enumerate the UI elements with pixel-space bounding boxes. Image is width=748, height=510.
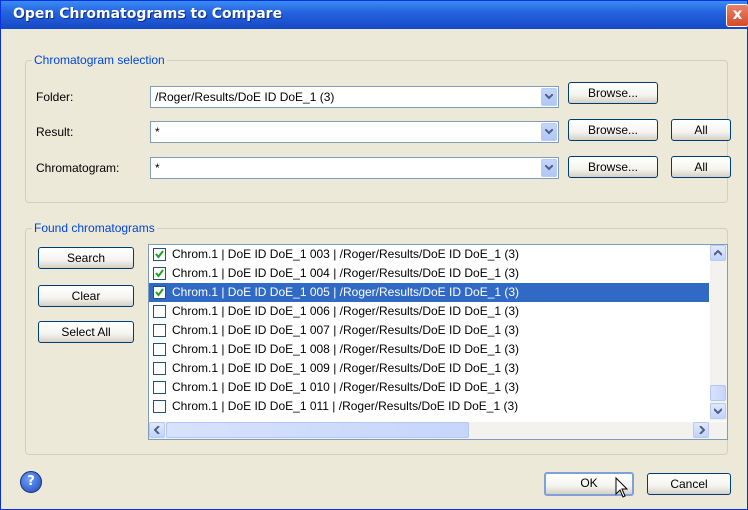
folder-value: /Roger/Results/DoE ID DoE_1 (3) <box>155 90 335 104</box>
dialog-window: Open Chromatograms to Compare x Chromato… <box>0 0 748 510</box>
found-chromatograms-legend: Found chromatograms <box>34 221 155 235</box>
list-item-label: Chrom.1 | DoE ID DoE_1 004 | /Roger/Resu… <box>172 266 520 280</box>
result-browse-button[interactable]: Browse... <box>568 119 658 141</box>
list-item-label: Chrom.1 | DoE ID DoE_1 007 | /Roger/Resu… <box>172 323 520 337</box>
chevron-down-icon[interactable] <box>541 159 557 177</box>
list-item[interactable]: Chrom.1 | DoE ID DoE_1 007 | /Roger/Resu… <box>149 321 709 340</box>
checkbox-unchecked[interactable] <box>153 362 166 375</box>
list-item-label: Chrom.1 | DoE ID DoE_1 010 | /Roger/Resu… <box>172 380 520 394</box>
search-button[interactable]: Search <box>38 247 134 269</box>
result-value: * <box>155 125 160 139</box>
found-chromatograms-list[interactable]: Chrom.1 | DoE ID DoE_1 011 | /Roger/Resu… <box>148 244 728 440</box>
title-bar[interactable]: Open Chromatograms to Compare x <box>1 1 748 29</box>
horizontal-scroll-thumb[interactable] <box>166 422 469 438</box>
close-icon[interactable]: x <box>726 4 748 27</box>
folder-combobox[interactable]: /Roger/Results/DoE ID DoE_1 (3) <box>150 86 559 108</box>
scroll-left-icon[interactable] <box>149 422 165 438</box>
horizontal-scrollbar[interactable] <box>149 422 727 439</box>
checkbox-checked[interactable] <box>153 267 166 280</box>
folder-browse-button[interactable]: Browse... <box>568 82 658 104</box>
select-all-button[interactable]: Select All <box>38 321 134 343</box>
cancel-button[interactable]: Cancel <box>647 473 731 495</box>
list-item-label: Chrom.1 | DoE ID DoE_1 009 | /Roger/Resu… <box>172 361 520 375</box>
checkbox-unchecked[interactable] <box>153 400 166 413</box>
chromatogram-selection-legend: Chromatogram selection <box>34 53 165 67</box>
list-item[interactable]: Chrom.1 | DoE ID DoE_1 008 | /Roger/Resu… <box>149 340 709 359</box>
checkbox-unchecked[interactable] <box>153 343 166 356</box>
checkbox-checked[interactable] <box>153 286 166 299</box>
vertical-scroll-thumb[interactable] <box>710 385 726 401</box>
chromatogram-combobox[interactable]: * <box>150 157 559 179</box>
clear-button[interactable]: Clear <box>38 285 134 307</box>
list-item-label: Chrom.1 | DoE ID DoE_1 008 | /Roger/Resu… <box>172 342 520 356</box>
chromatogram-label: Chromatogram: <box>36 161 120 175</box>
chromatogram-all-button[interactable]: All <box>671 156 731 178</box>
list-item[interactable]: Chrom.1 | DoE ID DoE_1 004 | /Roger/Resu… <box>149 264 709 283</box>
window-title: Open Chromatograms to Compare <box>13 6 283 22</box>
chromatogram-browse-button[interactable]: Browse... <box>568 156 658 178</box>
list-item-label: Chrom.1 | DoE ID DoE_1 003 | /Roger/Resu… <box>172 247 520 261</box>
result-combobox[interactable]: * <box>150 121 559 143</box>
checkbox-unchecked[interactable] <box>153 324 166 337</box>
vertical-scrollbar[interactable] <box>710 245 727 421</box>
list-item[interactable]: Chrom.1 | DoE ID DoE_1 003 | /Roger/Resu… <box>149 245 709 264</box>
result-label: Result: <box>36 125 74 139</box>
result-all-button[interactable]: All <box>671 119 731 141</box>
list-item[interactable]: Chrom.1 | DoE ID DoE_1 009 | /Roger/Resu… <box>149 359 709 378</box>
scroll-up-icon[interactable] <box>710 245 726 261</box>
list-item-label: Chrom.1 | DoE ID DoE_1 011 | /Roger/Resu… <box>172 399 519 413</box>
scroll-right-icon[interactable] <box>693 422 709 438</box>
list-item[interactable]: Chrom.1 | DoE ID DoE_1 005 | /Roger/Resu… <box>149 283 709 302</box>
checkbox-unchecked[interactable] <box>153 305 166 318</box>
list-item[interactable]: Chrom.1 | DoE ID DoE_1 011 | /Roger/Resu… <box>149 397 709 416</box>
folder-label: Folder: <box>36 90 74 104</box>
chromatogram-value: * <box>155 161 160 175</box>
scroll-down-icon[interactable] <box>710 403 726 419</box>
list-item[interactable]: Chrom.1 | DoE ID DoE_1 006 | /Roger/Resu… <box>149 302 709 321</box>
help-icon[interactable]: ? <box>20 471 42 493</box>
list-item[interactable]: Chrom.1 | DoE ID DoE_1 010 | /Roger/Resu… <box>149 378 709 397</box>
checkbox-checked[interactable] <box>153 248 166 261</box>
mouse-pointer-icon <box>615 477 629 498</box>
list-item-label: Chrom.1 | DoE ID DoE_1 005 | /Roger/Resu… <box>172 285 520 299</box>
list-item-label: Chrom.1 | DoE ID DoE_1 006 | /Roger/Resu… <box>172 304 520 318</box>
checkbox-unchecked[interactable] <box>153 381 166 394</box>
chevron-down-icon[interactable] <box>541 88 557 106</box>
chevron-down-icon[interactable] <box>541 123 557 141</box>
